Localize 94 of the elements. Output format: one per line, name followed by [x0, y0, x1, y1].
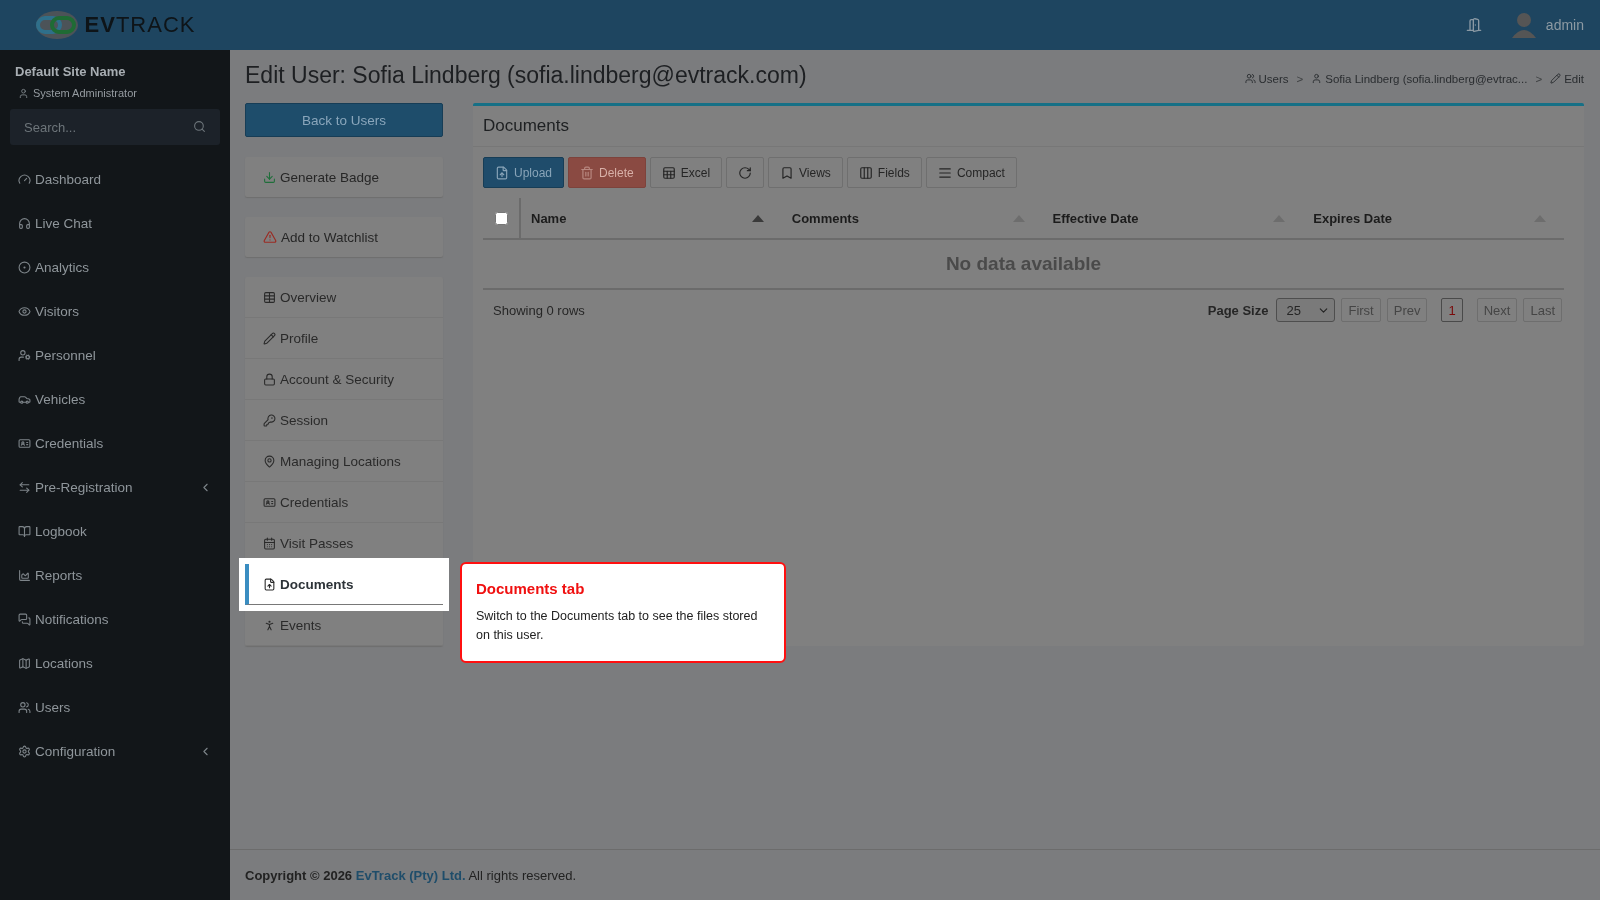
file-icon — [263, 577, 276, 591]
pager-button[interactable]: 1 — [1441, 298, 1463, 322]
chart-icon — [18, 568, 31, 582]
messages-icon — [18, 612, 31, 626]
breadcrumb-link[interactable]: Edit — [1550, 72, 1584, 85]
pencil-icon — [263, 331, 276, 345]
page-size-label: Page Size — [1207, 302, 1269, 318]
breadcrumb-link[interactable]: Sofia Lindberg (sofia.lindberg@evtrac... — [1311, 72, 1528, 85]
target-icon — [18, 260, 31, 274]
nav-item[interactable]: Locations — [10, 641, 220, 685]
watchlist-button[interactable]: Add to Watchlist — [245, 217, 443, 257]
id-card-icon — [263, 495, 276, 509]
tab[interactable]: Events — [245, 605, 443, 646]
tab[interactable]: Managing Locations — [245, 441, 443, 482]
book-icon — [18, 524, 31, 538]
refresh-button[interactable] — [726, 157, 765, 188]
id-card-icon — [18, 436, 31, 450]
key-icon — [263, 413, 276, 427]
column-header[interactable]: Name — [521, 210, 782, 226]
toolbar-button[interactable]: Compact — [925, 157, 1017, 188]
search-field[interactable]: Search... — [10, 109, 220, 145]
site-name: Default Site Name — [14, 64, 127, 79]
nav-item[interactable]: Users — [10, 685, 220, 729]
map-icon — [18, 656, 31, 670]
breadcrumb-separator: > — [1296, 72, 1304, 85]
users-icon — [18, 700, 31, 714]
bookmark-icon — [780, 165, 795, 180]
file-upload-icon — [495, 165, 509, 180]
nav-item[interactable]: Personnel — [10, 333, 220, 377]
headset-icon — [18, 216, 31, 230]
arrows-icon — [18, 480, 31, 494]
back-button[interactable]: Back to Users — [245, 103, 443, 137]
card-title: Documents — [473, 106, 1584, 147]
role-text: System Administrator — [33, 87, 137, 99]
tab[interactable]: Profile — [245, 318, 443, 359]
toolbar-button[interactable]: Views — [768, 157, 843, 188]
user-name[interactable]: admin — [1545, 17, 1584, 33]
users-icon — [1244, 73, 1256, 84]
user-icon — [18, 87, 29, 99]
door-icon — [1465, 17, 1482, 33]
nav-item[interactable]: Dashboard — [10, 157, 220, 201]
tab[interactable]: Session — [245, 400, 443, 441]
column-header[interactable]: Expires Date — [1303, 210, 1564, 226]
nav-item[interactable]: Credentials — [10, 421, 220, 465]
search-icon — [193, 120, 206, 133]
pin-icon — [263, 454, 276, 468]
row-count: Showing 0 rows — [493, 302, 585, 318]
breadcrumb-separator: > — [1535, 72, 1543, 85]
nav-item[interactable]: Live Chat — [10, 201, 220, 245]
nav-item[interactable]: Logbook — [10, 509, 220, 553]
warning-icon — [263, 230, 277, 244]
download-icon — [263, 170, 276, 184]
logo-icon — [34, 10, 79, 40]
breadcrumb-link[interactable]: Users — [1244, 72, 1289, 85]
gauge-icon — [18, 172, 31, 186]
user-icon — [1311, 73, 1323, 84]
company-link[interactable]: EvTrack (Pty) Ltd. — [355, 867, 466, 883]
nav-item[interactable]: Pre-Registration — [10, 465, 220, 509]
badge-button[interactable]: Generate Badge — [245, 157, 443, 197]
nav-item[interactable]: Vehicles — [10, 377, 220, 421]
page-title: Edit User: Sofia Lindberg (sofia.lindberg@evtrack.com) — [245, 62, 807, 89]
column-header[interactable]: Effective Date — [1042, 210, 1304, 226]
toolbar-button[interactable]: Excel — [649, 157, 723, 188]
user-gear-icon — [18, 348, 31, 362]
gear-icon — [18, 744, 31, 758]
logo-text: EVTRACK — [84, 12, 196, 38]
column-header[interactable]: Comments — [781, 210, 1043, 226]
calendar-icon — [263, 536, 276, 550]
nav-item[interactable]: Visitors — [10, 289, 220, 333]
nav-item[interactable]: Configuration — [10, 729, 220, 773]
nav-item[interactable]: Analytics — [10, 245, 220, 289]
spreadsheet-icon — [661, 165, 676, 180]
toolbar-button[interactable]: Upload — [483, 157, 565, 188]
page-size-select[interactable]: 25 — [1276, 298, 1336, 322]
copyright-text: Copyright © 2026 EvTrack (Pty) Ltd. All rights reserved. — [245, 867, 577, 883]
nav-item[interactable]: Notifications — [10, 597, 220, 641]
lock-icon — [263, 372, 276, 386]
pencil-icon — [1550, 73, 1562, 84]
tooltip-text: Switch to the Documents tab to see the files stored on this user. — [476, 608, 759, 644]
table-icon — [263, 290, 276, 304]
nav-item[interactable]: Reports — [10, 553, 220, 597]
tab[interactable]: Account & Security — [245, 359, 443, 400]
tab[interactable]: Overview — [245, 277, 443, 318]
refresh-icon — [738, 165, 753, 180]
tab[interactable]: Credentials — [245, 482, 443, 523]
trash-icon — [580, 165, 595, 180]
select-all-checkbox[interactable] — [494, 211, 508, 225]
sort-arrow-icon — [751, 214, 764, 222]
lines-icon — [937, 165, 952, 180]
toolbar-button[interactable]: Fields — [846, 157, 922, 188]
avatar-icon[interactable] — [1511, 12, 1536, 38]
eye-icon — [18, 304, 31, 318]
tooltip-title: Documents tab — [476, 580, 586, 597]
columns-icon — [858, 165, 873, 180]
